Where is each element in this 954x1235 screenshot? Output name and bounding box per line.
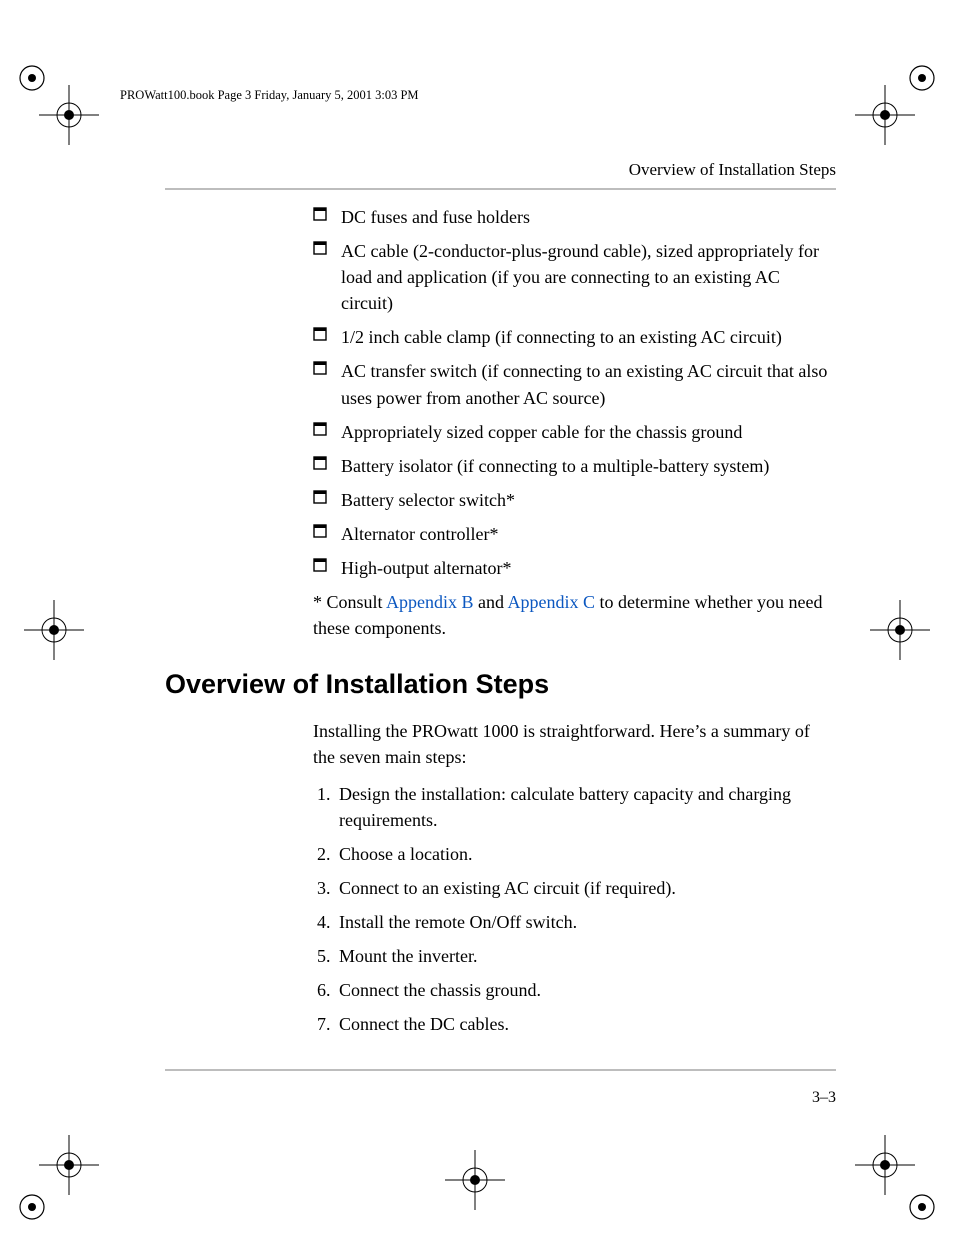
footnote-text: * Consult bbox=[313, 592, 386, 612]
checklist-text: AC transfer switch (if connecting to an … bbox=[341, 361, 827, 407]
checklist-text: Alternator controller* bbox=[341, 524, 498, 544]
checkbox-icon bbox=[313, 456, 327, 470]
checklist-text: 1/2 inch cable clamp (if connecting to a… bbox=[341, 327, 782, 347]
body-column: Installing the PROwatt 1000 is straightf… bbox=[313, 718, 836, 1037]
step-item: Connect the chassis ground. bbox=[335, 977, 836, 1003]
checklist-item: Battery selector switch* bbox=[313, 487, 836, 513]
running-head: Overview of Installation Steps bbox=[165, 160, 836, 180]
checklist-item: High-output alternator* bbox=[313, 555, 836, 581]
checklist-item: Battery isolator (if connecting to a mul… bbox=[313, 453, 836, 479]
top-rule bbox=[165, 188, 836, 190]
checkbox-icon bbox=[313, 207, 327, 221]
steps-list: Design the installation: calculate batte… bbox=[313, 781, 836, 1038]
checkbox-icon bbox=[313, 327, 327, 341]
section-heading: Overview of Installation Steps bbox=[165, 669, 836, 700]
step-item: Connect the DC cables. bbox=[335, 1011, 836, 1037]
checklist-text: Appropriately sized copper cable for the… bbox=[341, 422, 742, 442]
checklist-item: AC transfer switch (if connecting to an … bbox=[313, 358, 836, 410]
step-item: Choose a location. bbox=[335, 841, 836, 867]
step-item: Design the installation: calculate batte… bbox=[335, 781, 836, 833]
checkbox-icon bbox=[313, 422, 327, 436]
checkbox-icon bbox=[313, 524, 327, 538]
book-header-line: PROWatt100.book Page 3 Friday, January 5… bbox=[120, 88, 419, 103]
checklist-text: DC fuses and fuse holders bbox=[341, 207, 530, 227]
footnote: * Consult Appendix B and Appendix C to d… bbox=[313, 589, 836, 641]
content-area: Overview of Installation Steps DC fuses … bbox=[165, 160, 836, 1073]
registration-mark-icon bbox=[850, 590, 940, 670]
step-item: Install the remote On/Off switch. bbox=[335, 909, 836, 935]
registration-mark-icon bbox=[14, 60, 134, 150]
intro-paragraph: Installing the PROwatt 1000 is straightf… bbox=[313, 718, 836, 770]
registration-mark-icon bbox=[14, 1135, 134, 1225]
step-item: Mount the inverter. bbox=[335, 943, 836, 969]
page-number: 3–3 bbox=[812, 1089, 836, 1107]
checkbox-icon bbox=[313, 490, 327, 504]
checklist-text: High-output alternator* bbox=[341, 558, 511, 578]
checklist-item: 1/2 inch cable clamp (if connecting to a… bbox=[313, 324, 836, 350]
bottom-rule bbox=[165, 1069, 836, 1071]
registration-mark-icon bbox=[14, 590, 104, 670]
checkbox-icon bbox=[313, 361, 327, 375]
checklist-item: Alternator controller* bbox=[313, 521, 836, 547]
registration-mark-icon bbox=[820, 60, 940, 150]
registration-mark-icon bbox=[430, 1145, 520, 1225]
checklist-item: DC fuses and fuse holders bbox=[313, 204, 836, 230]
checklist-text: Battery isolator (if connecting to a mul… bbox=[341, 456, 769, 476]
page: PROWatt100.book Page 3 Friday, January 5… bbox=[0, 0, 954, 1235]
checklist-text: AC cable (2-conductor-plus-ground cable)… bbox=[341, 241, 819, 313]
footnote-text: and bbox=[474, 592, 508, 612]
link-appendix-b[interactable]: Appendix B bbox=[386, 592, 474, 612]
checkbox-icon bbox=[313, 241, 327, 255]
link-appendix-c[interactable]: Appendix C bbox=[508, 592, 596, 612]
checklist-item: Appropriately sized copper cable for the… bbox=[313, 419, 836, 445]
checklist: DC fuses and fuse holders AC cable (2-co… bbox=[313, 204, 836, 581]
checkbox-icon bbox=[313, 558, 327, 572]
registration-mark-icon bbox=[820, 1135, 940, 1225]
checklist-item: AC cable (2-conductor-plus-ground cable)… bbox=[313, 238, 836, 316]
step-item: Connect to an existing AC circuit (if re… bbox=[335, 875, 836, 901]
body-column: DC fuses and fuse holders AC cable (2-co… bbox=[313, 204, 836, 641]
checklist-text: Battery selector switch* bbox=[341, 490, 515, 510]
